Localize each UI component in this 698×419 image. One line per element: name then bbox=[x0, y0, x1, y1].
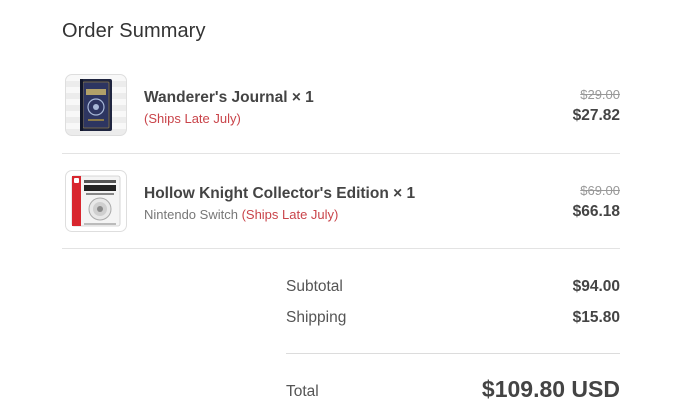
book-cover-image bbox=[65, 74, 127, 136]
item-variant: Nintendo Switch bbox=[144, 207, 242, 222]
subtotal-label: Subtotal bbox=[286, 278, 343, 295]
item-divider bbox=[62, 153, 620, 154]
game-box-image bbox=[65, 170, 127, 232]
item-details: (Ships Late July) bbox=[144, 111, 241, 126]
order-summary-title: Order Summary bbox=[62, 20, 206, 42]
shipping-value: $15.80 bbox=[572, 309, 620, 326]
game-box-icon bbox=[71, 175, 121, 227]
shipping-label: Shipping bbox=[286, 309, 347, 326]
book-cover-icon bbox=[80, 79, 112, 131]
discounted-price: $27.82 bbox=[572, 107, 620, 124]
original-price: $29.00 bbox=[580, 87, 620, 102]
item-name: Hollow Knight Collector's Edition × 1 bbox=[144, 185, 416, 202]
total-label: Total bbox=[286, 383, 319, 400]
totals-divider bbox=[286, 353, 620, 354]
original-price: $69.00 bbox=[580, 183, 620, 198]
discounted-price: $66.18 bbox=[572, 203, 620, 220]
items-divider bbox=[62, 248, 620, 249]
order-summary-panel: Order Summary Wanderer's Journal × 1 (Sh… bbox=[0, 0, 698, 419]
shipping-note: (Ships Late July) bbox=[241, 207, 339, 222]
shipping-note: (Ships Late July) bbox=[144, 111, 241, 126]
line-item: Hollow Knight Collector's Edition × 1 Ni… bbox=[62, 169, 620, 233]
subtotal-value: $94.00 bbox=[572, 278, 620, 295]
item-details: Nintendo Switch (Ships Late July) bbox=[144, 207, 338, 222]
total-value: $109.80 USD bbox=[481, 376, 620, 402]
line-item: Wanderer's Journal × 1 (Ships Late July)… bbox=[62, 73, 620, 137]
item-name: Wanderer's Journal × 1 bbox=[144, 89, 314, 106]
